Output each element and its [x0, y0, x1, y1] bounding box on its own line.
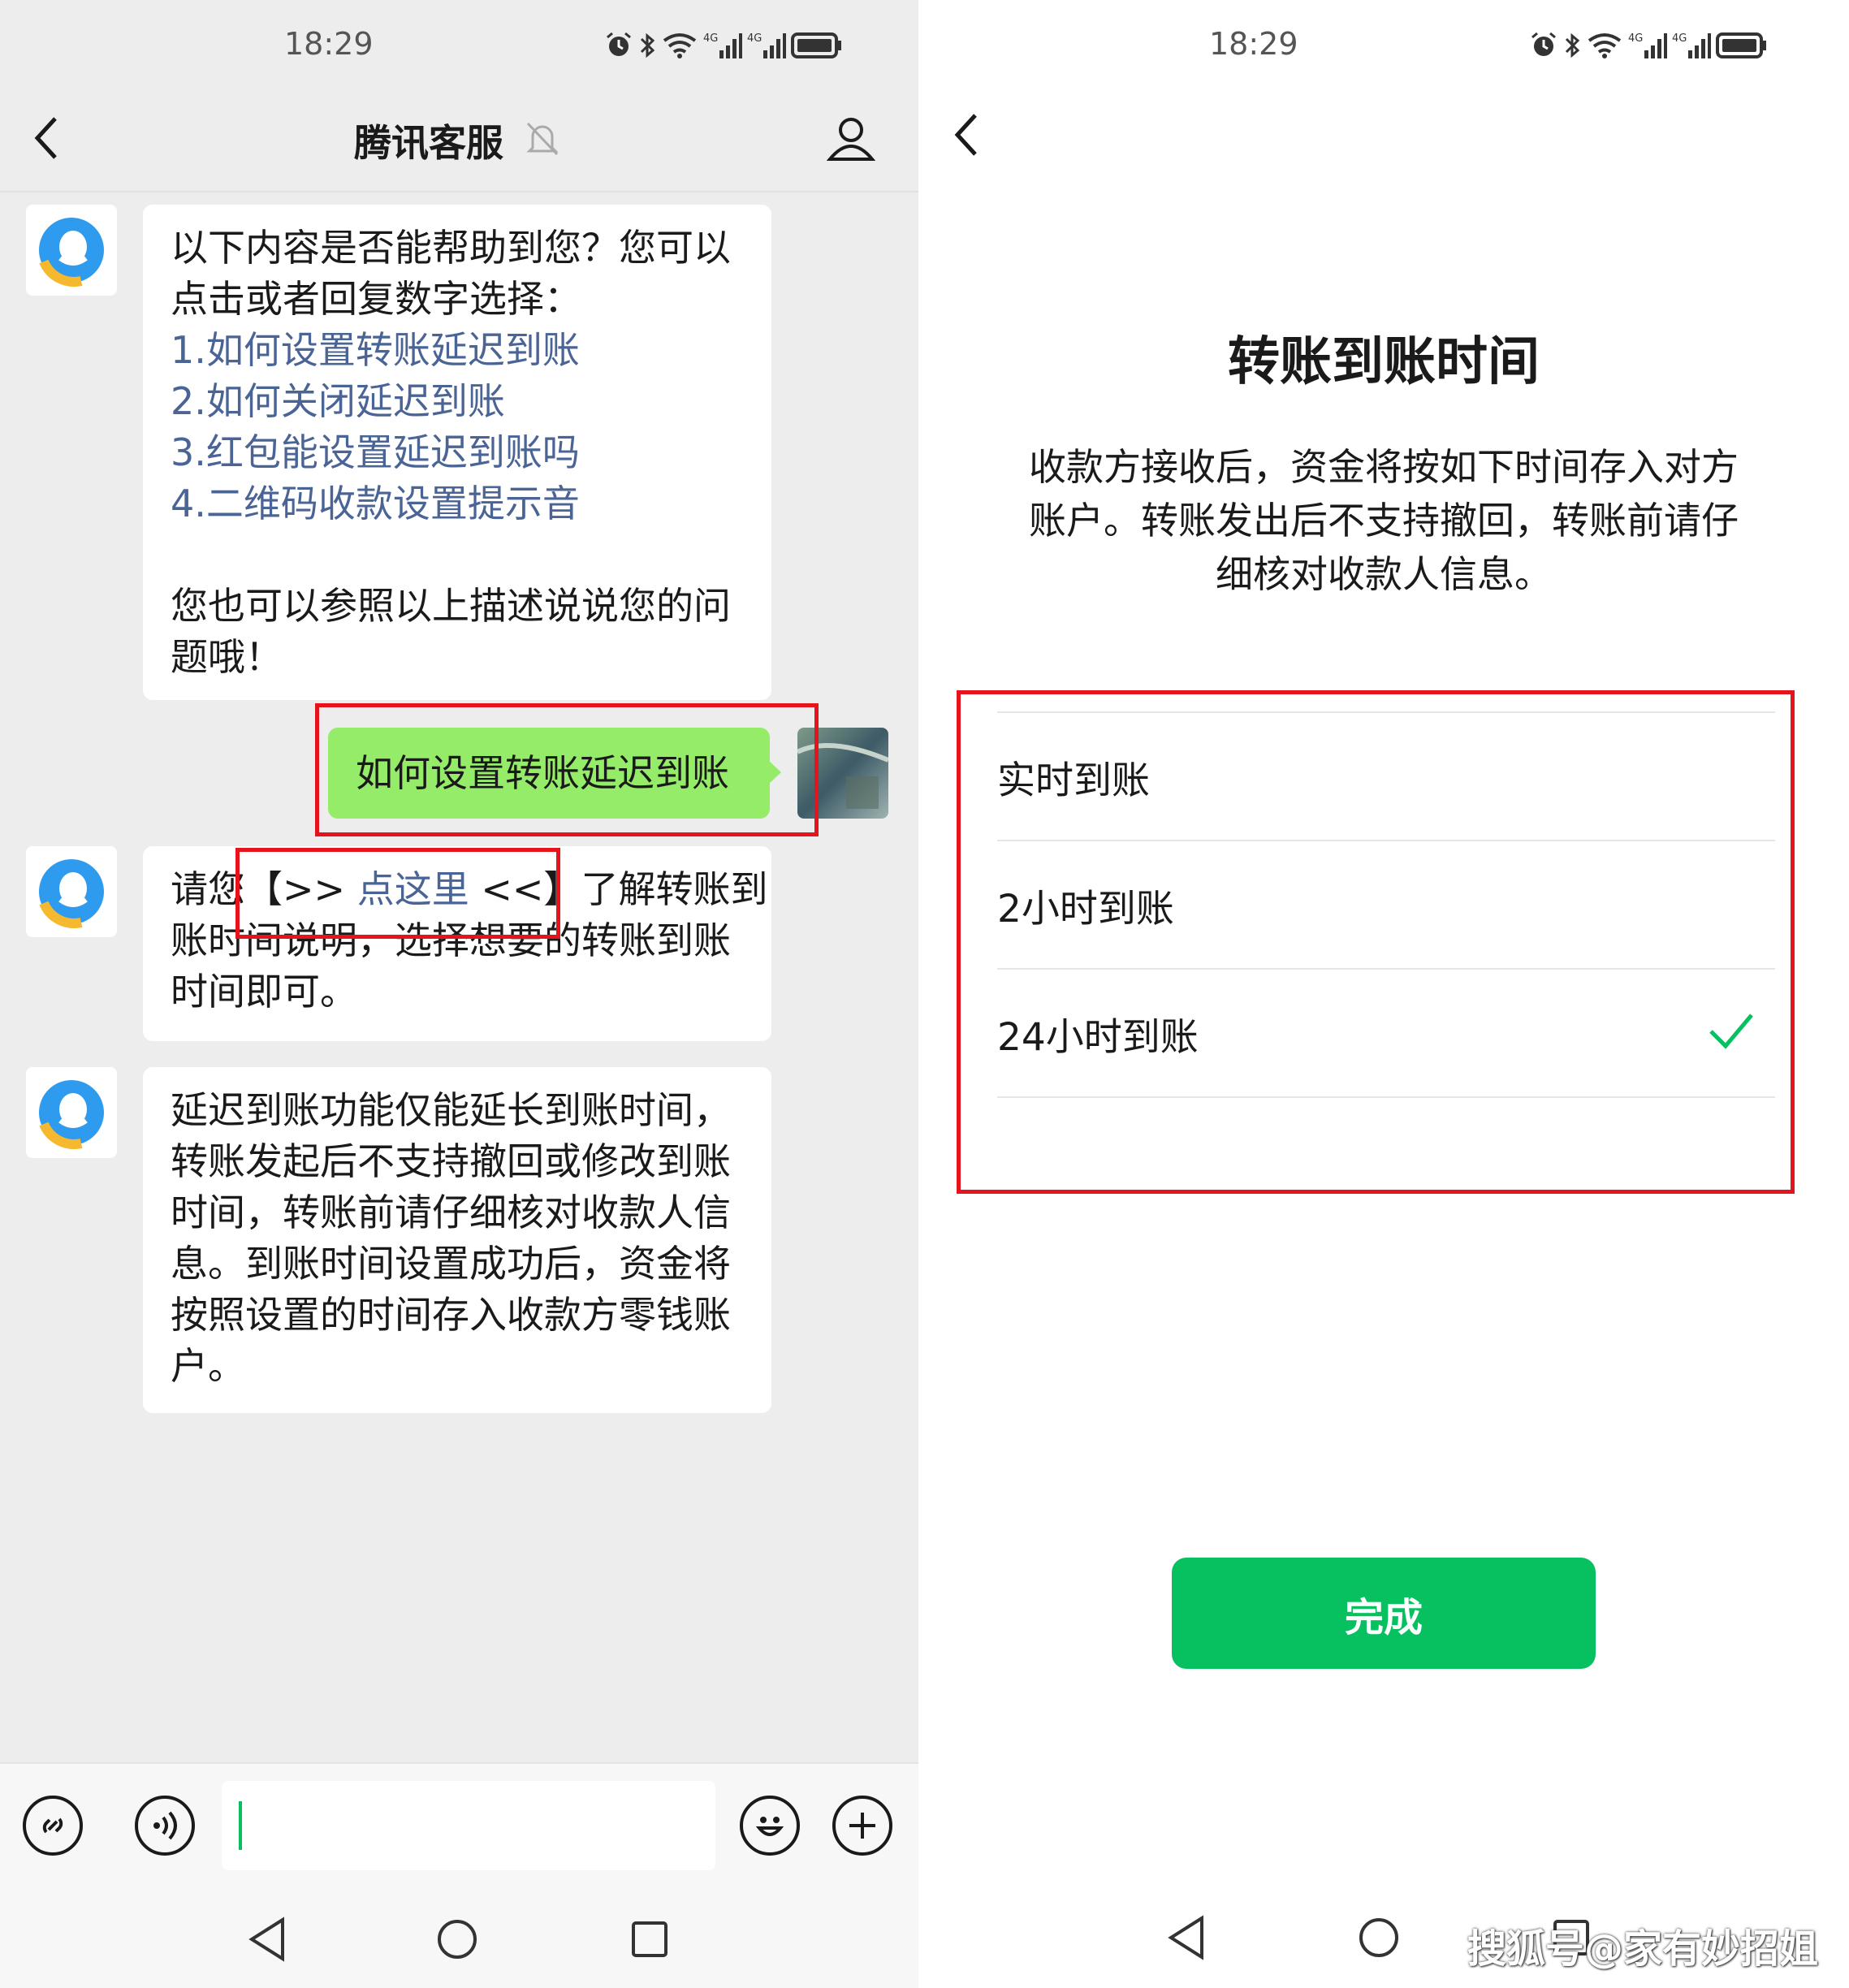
description-line: 收款方接收后，资金将按如下时间存入对方 — [1029, 445, 1739, 489]
nav-home-icon[interactable] — [1358, 1917, 1400, 1959]
message-text: 息。到账时间设置成功后，资金将 — [171, 1242, 731, 1286]
bluetooth-icon — [640, 32, 655, 58]
nav-back-icon[interactable] — [1166, 1915, 1207, 1960]
mute-bell-icon — [526, 122, 559, 156]
emoji-icon — [755, 1817, 784, 1836]
message-text: 时间，转账前请仔细核对收款人信 — [171, 1191, 731, 1234]
alarm-icon — [607, 32, 631, 56]
faq-link-3[interactable]: 3.红包能设置延迟到账吗 — [171, 427, 744, 478]
status-time: 18:29 — [1209, 26, 1298, 62]
text-cursor — [239, 1801, 242, 1850]
message-text: 题哦！ — [171, 635, 283, 679]
svg-text:4G: 4G — [747, 32, 762, 45]
status-icons: 4G 4G — [604, 31, 843, 60]
message-text: 点击或者回复数字选择： — [171, 277, 581, 321]
highlight-box — [315, 703, 819, 836]
plus-icon — [849, 1813, 875, 1839]
profile-icon[interactable] — [827, 114, 875, 162]
status-time: 18:29 — [284, 26, 374, 62]
voice-button[interactable] — [135, 1796, 195, 1856]
service-avatar[interactable] — [26, 1067, 117, 1158]
signal-4g-icon: 4G — [1672, 32, 1711, 58]
chat-header: 腾讯客服 — [0, 89, 918, 192]
emoji-button[interactable] — [740, 1796, 800, 1856]
message-text: 您也可以参照以上描述说说您的问 — [171, 584, 731, 628]
watermark: 搜狐号@家有妙招姐 — [1467, 1926, 1819, 1972]
more-button[interactable] — [832, 1796, 892, 1856]
service-avatar[interactable] — [26, 205, 117, 296]
message-text: 户。 — [171, 1344, 245, 1388]
mini-program-button[interactable] — [23, 1796, 83, 1856]
description-line: 细核对收款人信息。 — [1216, 552, 1552, 596]
bluetooth-icon — [1565, 32, 1580, 58]
faq-link-4[interactable]: 4.二维码收款设置提示音 — [171, 478, 744, 529]
message-text: 请您 — [171, 867, 245, 911]
nav-recents-icon[interactable] — [630, 1920, 669, 1959]
done-button[interactable]: 完成 — [1172, 1558, 1596, 1669]
chat-title: 腾讯客服 — [354, 121, 503, 165]
back-icon[interactable] — [31, 114, 63, 162]
battery-icon — [1716, 32, 1766, 58]
svg-text:4G: 4G — [1672, 32, 1687, 45]
message-text: 时间即可。 — [171, 970, 357, 1013]
qq-service-logo-icon — [39, 859, 104, 928]
wifi-icon — [1588, 33, 1622, 58]
qq-service-logo-icon — [39, 218, 104, 287]
message-text: 转账发起后不支持撤回或修改到账 — [171, 1139, 731, 1183]
back-icon[interactable] — [951, 110, 983, 159]
page-title: 转账到账时间 — [1228, 332, 1540, 392]
message-text: 延迟到账功能仅能延长到账时间， — [171, 1088, 731, 1132]
nav-home-icon[interactable] — [436, 1918, 478, 1960]
signal-4g-icon: 4G — [747, 32, 786, 58]
signal-4g-icon: 4G — [703, 32, 742, 58]
faq-link-2[interactable]: 2.如何关闭延迟到账 — [171, 376, 744, 427]
faq-link-1[interactable]: 1.如何设置转账延迟到账 — [171, 325, 744, 376]
alarm-icon — [1531, 32, 1556, 56]
message-bubble: 以下内容是否能帮助到您？您可以 点击或者回复数字选择： 1.如何设置转账延迟到账… — [143, 205, 771, 700]
status-icons: 4G 4G — [1529, 31, 1768, 60]
svg-text:4G: 4G — [1628, 32, 1643, 45]
transfer-time-screen: 18:29 4G 4G 转账到账时间 收款方接收后，资金将按如下时间存入对方 账… — [918, 0, 1849, 1988]
chat-screen: 18:29 4G 4G 腾讯客服 以下内容是否能帮助到您？您可以 点击或者回复数… — [0, 0, 918, 1988]
battery-icon — [791, 32, 841, 58]
qq-service-logo-icon — [39, 1080, 104, 1149]
service-avatar[interactable] — [26, 846, 117, 937]
message-text: 了解转账到 — [581, 867, 768, 911]
description-line: 账户。转账发出后不支持撤回，转账前请仔 — [1029, 499, 1739, 542]
signal-4g-icon: 4G — [1628, 32, 1667, 58]
nav-back-icon[interactable] — [247, 1917, 287, 1962]
link-icon — [42, 1817, 63, 1834]
voice-icon — [153, 1811, 177, 1840]
highlight-box — [235, 848, 560, 939]
message-text: 按照设置的时间存入收款方零钱账 — [171, 1293, 731, 1337]
highlight-box — [957, 690, 1795, 1194]
message-input[interactable] — [222, 1781, 715, 1870]
message-bubble: 延迟到账功能仅能延长到账时间， 转账发起后不支持撤回或修改到账 时间，转账前请仔… — [143, 1067, 771, 1413]
wifi-icon — [663, 33, 697, 58]
svg-text:4G: 4G — [703, 32, 718, 45]
message-text: 以下内容是否能帮助到您？您可以 — [171, 226, 731, 270]
